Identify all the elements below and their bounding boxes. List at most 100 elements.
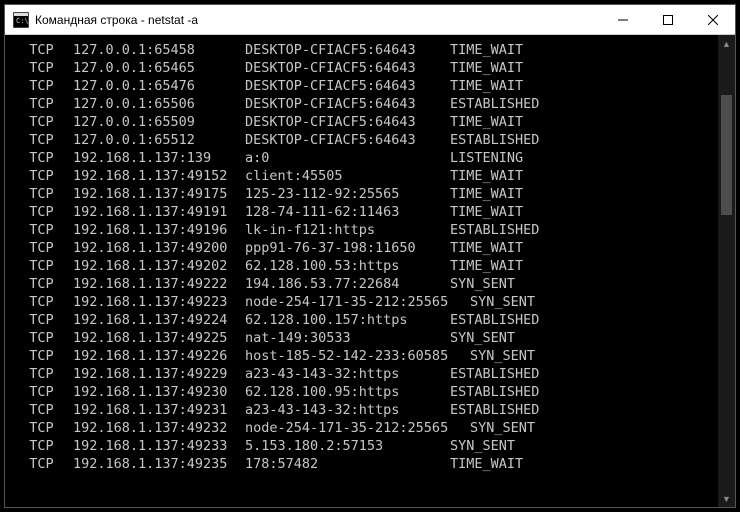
local-address-cell: 192.168.1.137:49152 xyxy=(73,167,245,185)
console-output[interactable]: TCP127.0.0.1:65458DESKTOP-CFIACF5:64643T… xyxy=(5,35,718,507)
local-address-cell: 192.168.1.137:49226 xyxy=(73,347,245,365)
state-cell: ESTABLISHED xyxy=(450,311,539,329)
local-address-cell: 192.168.1.137:49196 xyxy=(73,221,245,239)
netstat-row: TCP127.0.0.1:65476DESKTOP-CFIACF5:64643T… xyxy=(13,77,718,95)
state-cell: TIME_WAIT xyxy=(450,77,523,95)
local-address-cell: 127.0.0.1:65506 xyxy=(73,95,245,113)
remote-address-cell: DESKTOP-CFIACF5:64643 xyxy=(245,95,450,113)
remote-address-cell: DESKTOP-CFIACF5:64643 xyxy=(245,77,450,95)
local-address-cell: 127.0.0.1:65458 xyxy=(73,41,245,59)
local-address-cell: 192.168.1.137:49191 xyxy=(73,203,245,221)
remote-address-cell: node-254-171-35-212:25565 xyxy=(245,419,470,437)
titlebar[interactable]: C:\ Командная строка - netstat -a xyxy=(5,5,735,35)
proto-cell: TCP xyxy=(13,113,73,131)
state-cell: ESTABLISHED xyxy=(450,131,539,149)
proto-cell: TCP xyxy=(13,131,73,149)
proto-cell: TCP xyxy=(13,365,73,383)
state-cell: TIME_WAIT xyxy=(450,239,523,257)
proto-cell: TCP xyxy=(13,401,73,419)
local-address-cell: 127.0.0.1:65465 xyxy=(73,59,245,77)
local-address-cell: 192.168.1.137:49223 xyxy=(73,293,245,311)
remote-address-cell: 62.128.100.95:https xyxy=(245,383,450,401)
state-cell: TIME_WAIT xyxy=(450,41,523,59)
state-cell: SYN_SENT xyxy=(470,347,535,365)
local-address-cell: 192.168.1.137:49231 xyxy=(73,401,245,419)
netstat-row: TCP192.168.1.137:49152client:45505TIME_W… xyxy=(13,167,718,185)
command-prompt-window: C:\ Командная строка - netstat -a TCP127… xyxy=(4,4,736,508)
proto-cell: TCP xyxy=(13,221,73,239)
remote-address-cell: 125-23-112-92:25565 xyxy=(245,185,450,203)
state-cell: ESTABLISHED xyxy=(450,365,539,383)
proto-cell: TCP xyxy=(13,347,73,365)
netstat-row: TCP192.168.1.137:49229a23-43-143-32:http… xyxy=(13,365,718,383)
netstat-row: TCP192.168.1.137:4923062.128.100.95:http… xyxy=(13,383,718,401)
netstat-row: TCP192.168.1.137:49222194.186.53.77:2268… xyxy=(13,275,718,293)
netstat-row: TCP192.168.1.137:4922462.128.100.157:htt… xyxy=(13,311,718,329)
netstat-row: TCP192.168.1.137:49225nat-149:30533SYN_S… xyxy=(13,329,718,347)
local-address-cell: 192.168.1.137:49229 xyxy=(73,365,245,383)
netstat-row: TCP192.168.1.137:49191128-74-111-62:1146… xyxy=(13,203,718,221)
local-address-cell: 192.168.1.137:49230 xyxy=(73,383,245,401)
scroll-up-arrow-icon[interactable]: ▲ xyxy=(718,35,735,52)
proto-cell: TCP xyxy=(13,455,73,473)
proto-cell: TCP xyxy=(13,383,73,401)
state-cell: TIME_WAIT xyxy=(450,455,523,473)
maximize-button[interactable] xyxy=(645,5,690,34)
proto-cell: TCP xyxy=(13,239,73,257)
state-cell: SYN_SENT xyxy=(450,329,515,347)
proto-cell: TCP xyxy=(13,149,73,167)
netstat-row: TCP192.168.1.137:49223node-254-171-35-21… xyxy=(13,293,718,311)
proto-cell: TCP xyxy=(13,419,73,437)
state-cell: SYN_SENT xyxy=(470,293,535,311)
local-address-cell: 192.168.1.137:139 xyxy=(73,149,245,167)
state-cell: SYN_SENT xyxy=(470,419,535,437)
state-cell: SYN_SENT xyxy=(450,437,515,455)
vertical-scrollbar[interactable]: ▲ ▼ xyxy=(718,35,735,507)
proto-cell: TCP xyxy=(13,275,73,293)
netstat-row: TCP127.0.0.1:65506DESKTOP-CFIACF5:64643E… xyxy=(13,95,718,113)
state-cell: ESTABLISHED xyxy=(450,95,539,113)
close-button[interactable] xyxy=(690,5,735,34)
local-address-cell: 192.168.1.137:49222 xyxy=(73,275,245,293)
state-cell: TIME_WAIT xyxy=(450,185,523,203)
state-cell: SYN_SENT xyxy=(450,275,515,293)
window-title: Командная строка - netstat -a xyxy=(35,13,600,27)
proto-cell: TCP xyxy=(13,293,73,311)
proto-cell: TCP xyxy=(13,95,73,113)
state-cell: LISTENING xyxy=(450,149,523,167)
local-address-cell: 192.168.1.137:49233 xyxy=(73,437,245,455)
netstat-row: TCP192.168.1.137:49232node-254-171-35-21… xyxy=(13,419,718,437)
state-cell: TIME_WAIT xyxy=(450,167,523,185)
window-controls xyxy=(600,5,735,34)
local-address-cell: 192.168.1.137:49224 xyxy=(73,311,245,329)
cmd-icon: C:\ xyxy=(13,12,29,28)
state-cell: TIME_WAIT xyxy=(450,257,523,275)
remote-address-cell: 5.153.180.2:57153 xyxy=(245,437,450,455)
netstat-row: TCP192.168.1.137:49175125-23-112-92:2556… xyxy=(13,185,718,203)
netstat-row: TCP192.168.1.137:49196lk-in-f121:httpsES… xyxy=(13,221,718,239)
proto-cell: TCP xyxy=(13,167,73,185)
minimize-button[interactable] xyxy=(600,5,645,34)
remote-address-cell: 128-74-111-62:11463 xyxy=(245,203,450,221)
state-cell: TIME_WAIT xyxy=(450,203,523,221)
remote-address-cell: 178:57482 xyxy=(245,455,450,473)
state-cell: ESTABLISHED xyxy=(450,221,539,239)
local-address-cell: 192.168.1.137:49200 xyxy=(73,239,245,257)
netstat-row: TCP127.0.0.1:65465DESKTOP-CFIACF5:64643T… xyxy=(13,59,718,77)
remote-address-cell: a:0 xyxy=(245,149,450,167)
remote-address-cell: 62.128.100.53:https xyxy=(245,257,450,275)
remote-address-cell: client:45505 xyxy=(245,167,450,185)
remote-address-cell: nat-149:30533 xyxy=(245,329,450,347)
netstat-row: TCP192.168.1.137:492335.153.180.2:57153S… xyxy=(13,437,718,455)
scroll-thumb[interactable] xyxy=(721,95,732,215)
scroll-down-arrow-icon[interactable]: ▼ xyxy=(718,490,735,507)
netstat-row: TCP192.168.1.137:49231a23-43-143-32:http… xyxy=(13,401,718,419)
remote-address-cell: DESKTOP-CFIACF5:64643 xyxy=(245,59,450,77)
proto-cell: TCP xyxy=(13,59,73,77)
console-body: TCP127.0.0.1:65458DESKTOP-CFIACF5:64643T… xyxy=(5,35,735,507)
outer-frame: C:\ Командная строка - netstat -a TCP127… xyxy=(0,0,740,512)
state-cell: TIME_WAIT xyxy=(450,113,523,131)
local-address-cell: 127.0.0.1:65509 xyxy=(73,113,245,131)
state-cell: ESTABLISHED xyxy=(450,383,539,401)
netstat-row: TCP127.0.0.1:65458DESKTOP-CFIACF5:64643T… xyxy=(13,41,718,59)
